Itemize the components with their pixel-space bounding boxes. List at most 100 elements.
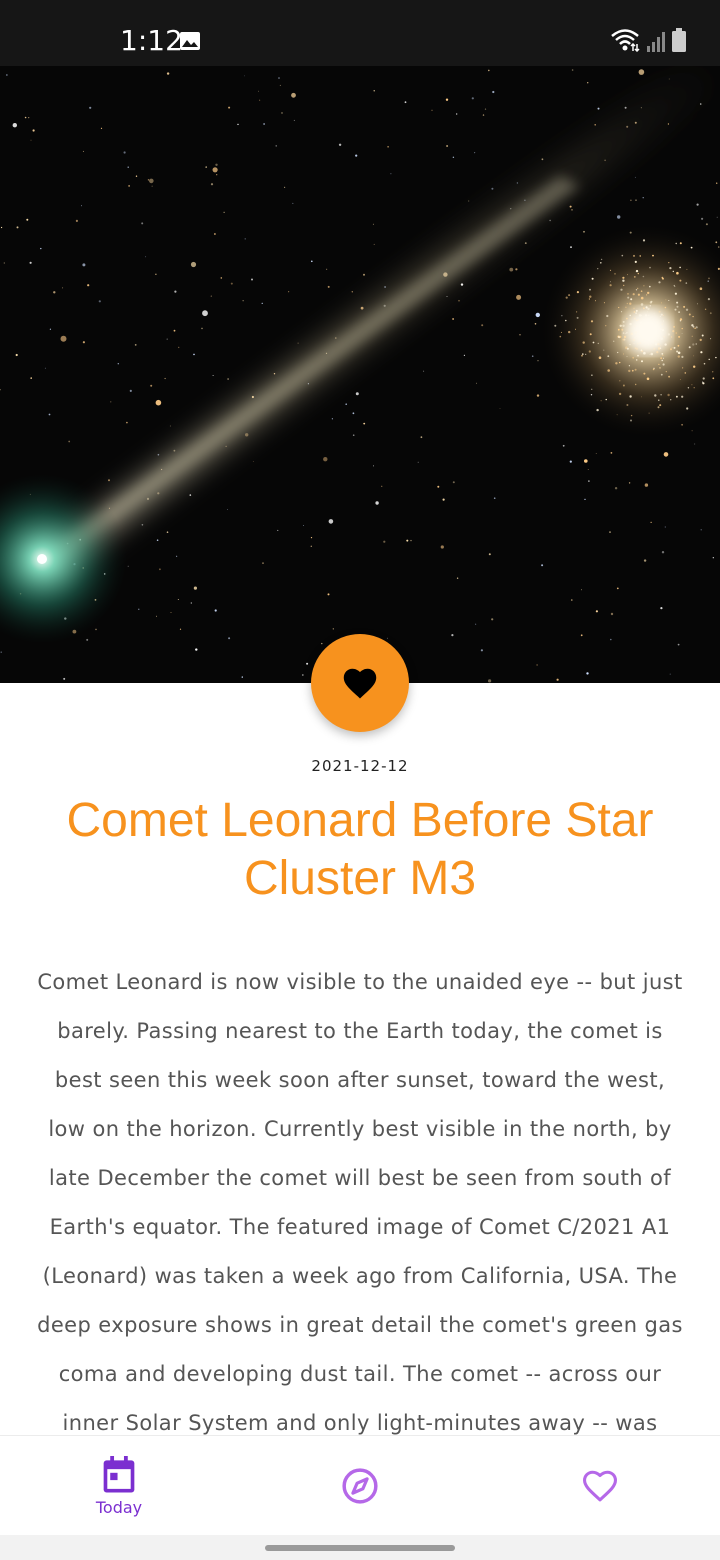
star — [351, 291, 353, 293]
star — [531, 355, 534, 358]
star — [169, 425, 171, 427]
star — [381, 485, 383, 487]
star — [630, 199, 632, 202]
cluster-star — [663, 357, 665, 359]
star — [26, 218, 29, 221]
cluster-star — [676, 350, 679, 353]
star — [328, 519, 334, 524]
cluster-star — [664, 306, 667, 309]
star — [284, 186, 286, 188]
cluster-star — [661, 302, 662, 304]
cluster-star — [693, 365, 696, 368]
star — [297, 342, 299, 344]
star — [363, 273, 365, 276]
cluster-star — [614, 273, 616, 275]
cluster-star — [629, 395, 632, 398]
star — [491, 618, 494, 621]
star — [446, 296, 448, 297]
cluster-star — [640, 303, 644, 306]
cluster-star — [559, 335, 562, 338]
star — [363, 422, 366, 425]
star — [571, 69, 574, 71]
cluster-star — [626, 302, 628, 305]
cluster-star — [686, 268, 688, 270]
cluster-star — [621, 254, 624, 257]
cluster-star — [622, 339, 624, 341]
star — [241, 676, 243, 678]
star — [481, 324, 484, 327]
apod-image[interactable] — [0, 66, 720, 683]
star — [82, 150, 84, 152]
cluster-star — [576, 291, 580, 294]
star — [705, 223, 708, 226]
star — [321, 642, 323, 645]
cluster-star — [694, 327, 696, 329]
star — [179, 628, 182, 630]
star — [227, 378, 229, 380]
star — [63, 677, 66, 680]
cluster-star — [660, 357, 663, 360]
cluster-star — [643, 307, 645, 310]
star — [404, 101, 407, 104]
cluster-star — [673, 284, 675, 287]
star — [214, 233, 216, 235]
nav-item-favorites[interactable] — [520, 1436, 680, 1536]
cluster-star — [630, 298, 633, 301]
favorite-button[interactable] — [311, 634, 409, 732]
star — [210, 183, 214, 186]
star — [493, 497, 496, 500]
star — [48, 413, 51, 416]
cluster-star — [618, 392, 622, 396]
star — [293, 119, 295, 121]
star — [15, 353, 18, 357]
cluster-star — [679, 279, 682, 282]
star — [488, 679, 492, 683]
star — [156, 615, 157, 617]
cluster-star — [609, 269, 612, 271]
star — [212, 167, 218, 173]
star — [252, 461, 254, 462]
cluster-star — [693, 327, 695, 329]
cluster-star — [693, 387, 695, 389]
star — [258, 90, 259, 92]
star — [716, 182, 718, 184]
cluster-star — [607, 355, 610, 358]
cluster-star — [629, 314, 631, 317]
cluster-star — [622, 332, 625, 334]
star — [332, 628, 334, 630]
star — [159, 568, 161, 571]
star — [108, 479, 110, 482]
star — [117, 363, 120, 365]
cluster-star — [697, 303, 698, 305]
comet-image — [0, 66, 720, 683]
star — [155, 273, 157, 275]
cluster-star — [619, 380, 621, 382]
star — [261, 302, 263, 304]
nav-item-explore[interactable] — [280, 1436, 440, 1536]
star — [595, 610, 599, 613]
star — [492, 90, 495, 94]
star — [259, 99, 261, 101]
star — [661, 551, 665, 554]
star — [541, 564, 544, 567]
cluster-star — [656, 351, 659, 354]
star — [82, 263, 86, 267]
home-gesture-bar[interactable] — [265, 1545, 455, 1551]
star — [431, 109, 433, 111]
star — [87, 284, 90, 287]
star — [570, 246, 572, 249]
star — [549, 219, 551, 222]
cluster-star — [672, 270, 674, 273]
cluster-star — [576, 311, 578, 313]
cluster-star — [679, 320, 682, 322]
star — [610, 452, 613, 454]
star — [372, 223, 374, 225]
cluster-star — [685, 308, 689, 311]
cluster-star — [627, 293, 629, 295]
article-explanation: Comet Leonard is now visible to the unai… — [37, 970, 683, 1435]
star — [151, 185, 153, 187]
star — [278, 77, 280, 79]
nav-label-today: Today — [95, 1497, 143, 1517]
star — [580, 634, 583, 637]
nav-item-today[interactable]: Today — [39, 1436, 199, 1536]
